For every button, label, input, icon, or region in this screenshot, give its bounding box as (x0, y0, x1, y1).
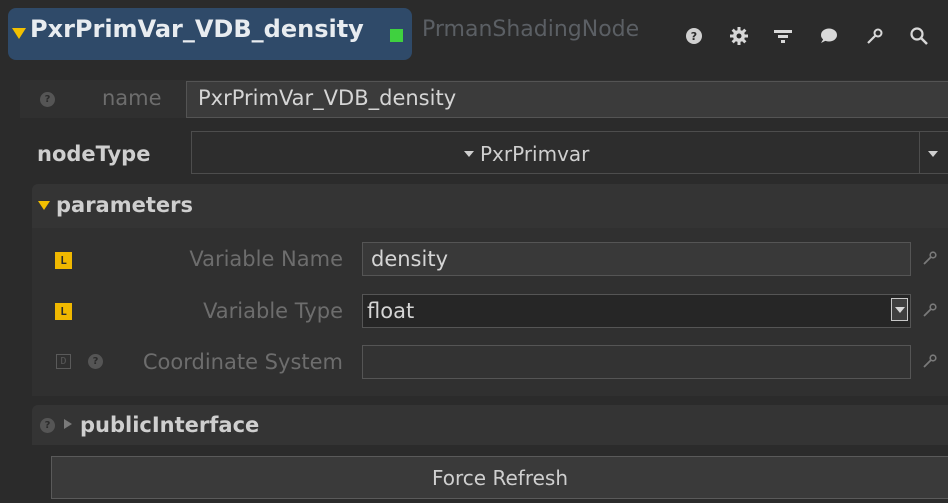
dropdown-menu-arrow-icon[interactable] (928, 151, 938, 157)
node-name-title[interactable]: PxrPrimVar_VDB_density (30, 15, 364, 43)
wiring-icon[interactable] (770, 23, 796, 49)
dropdown-arrow-icon (464, 151, 474, 157)
parameters-title[interactable]: parameters (56, 193, 193, 217)
wrench-icon[interactable] (922, 250, 938, 270)
wrench-icon[interactable] (922, 302, 938, 322)
name-input-value[interactable]: PxrPrimVar_VDB_density (198, 86, 456, 110)
comment-icon[interactable] (815, 23, 841, 49)
coordinate-system-help-icon[interactable]: ? (88, 354, 103, 369)
collapse-arrow-icon[interactable] (12, 28, 26, 39)
wrench-icon[interactable] (862, 23, 888, 49)
public-interface-title[interactable]: publicInterface (80, 413, 259, 437)
node-status-indicator (390, 29, 403, 42)
node-type-label: PrmanShadingNode (422, 17, 640, 42)
name-label: name (102, 86, 162, 110)
parameters-expand-icon[interactable] (38, 201, 50, 210)
node-type-value[interactable]: PxrPrimvar (480, 142, 589, 166)
public-interface-help-icon[interactable]: ? (40, 418, 55, 433)
wrench-icon[interactable] (922, 353, 938, 373)
local-badge-icon[interactable]: L (55, 252, 72, 269)
help-icon[interactable]: ? (681, 23, 707, 49)
variable-name-value[interactable]: density (371, 247, 448, 271)
name-help-icon[interactable]: ? (40, 92, 55, 107)
variable-type-value[interactable]: float (367, 299, 414, 323)
coordinate-system-input[interactable] (362, 345, 911, 379)
variable-type-dropdown-button[interactable] (891, 298, 908, 321)
dropdown-separator (919, 131, 920, 174)
local-badge-icon[interactable]: L (55, 303, 72, 320)
variable-name-label: Variable Name (189, 247, 343, 271)
default-badge-icon[interactable]: D (56, 354, 71, 369)
variable-type-label: Variable Type (203, 299, 343, 323)
force-refresh-button[interactable]: Force Refresh (51, 456, 948, 499)
coordinate-system-label: Coordinate System (142, 350, 343, 374)
public-interface-expand-icon[interactable] (64, 419, 72, 429)
search-icon[interactable] (906, 23, 932, 49)
node-type-row-label: nodeType (37, 142, 151, 166)
gear-icon[interactable] (726, 23, 752, 49)
variable-type-select[interactable] (362, 294, 911, 328)
chevron-down-icon (894, 306, 905, 313)
